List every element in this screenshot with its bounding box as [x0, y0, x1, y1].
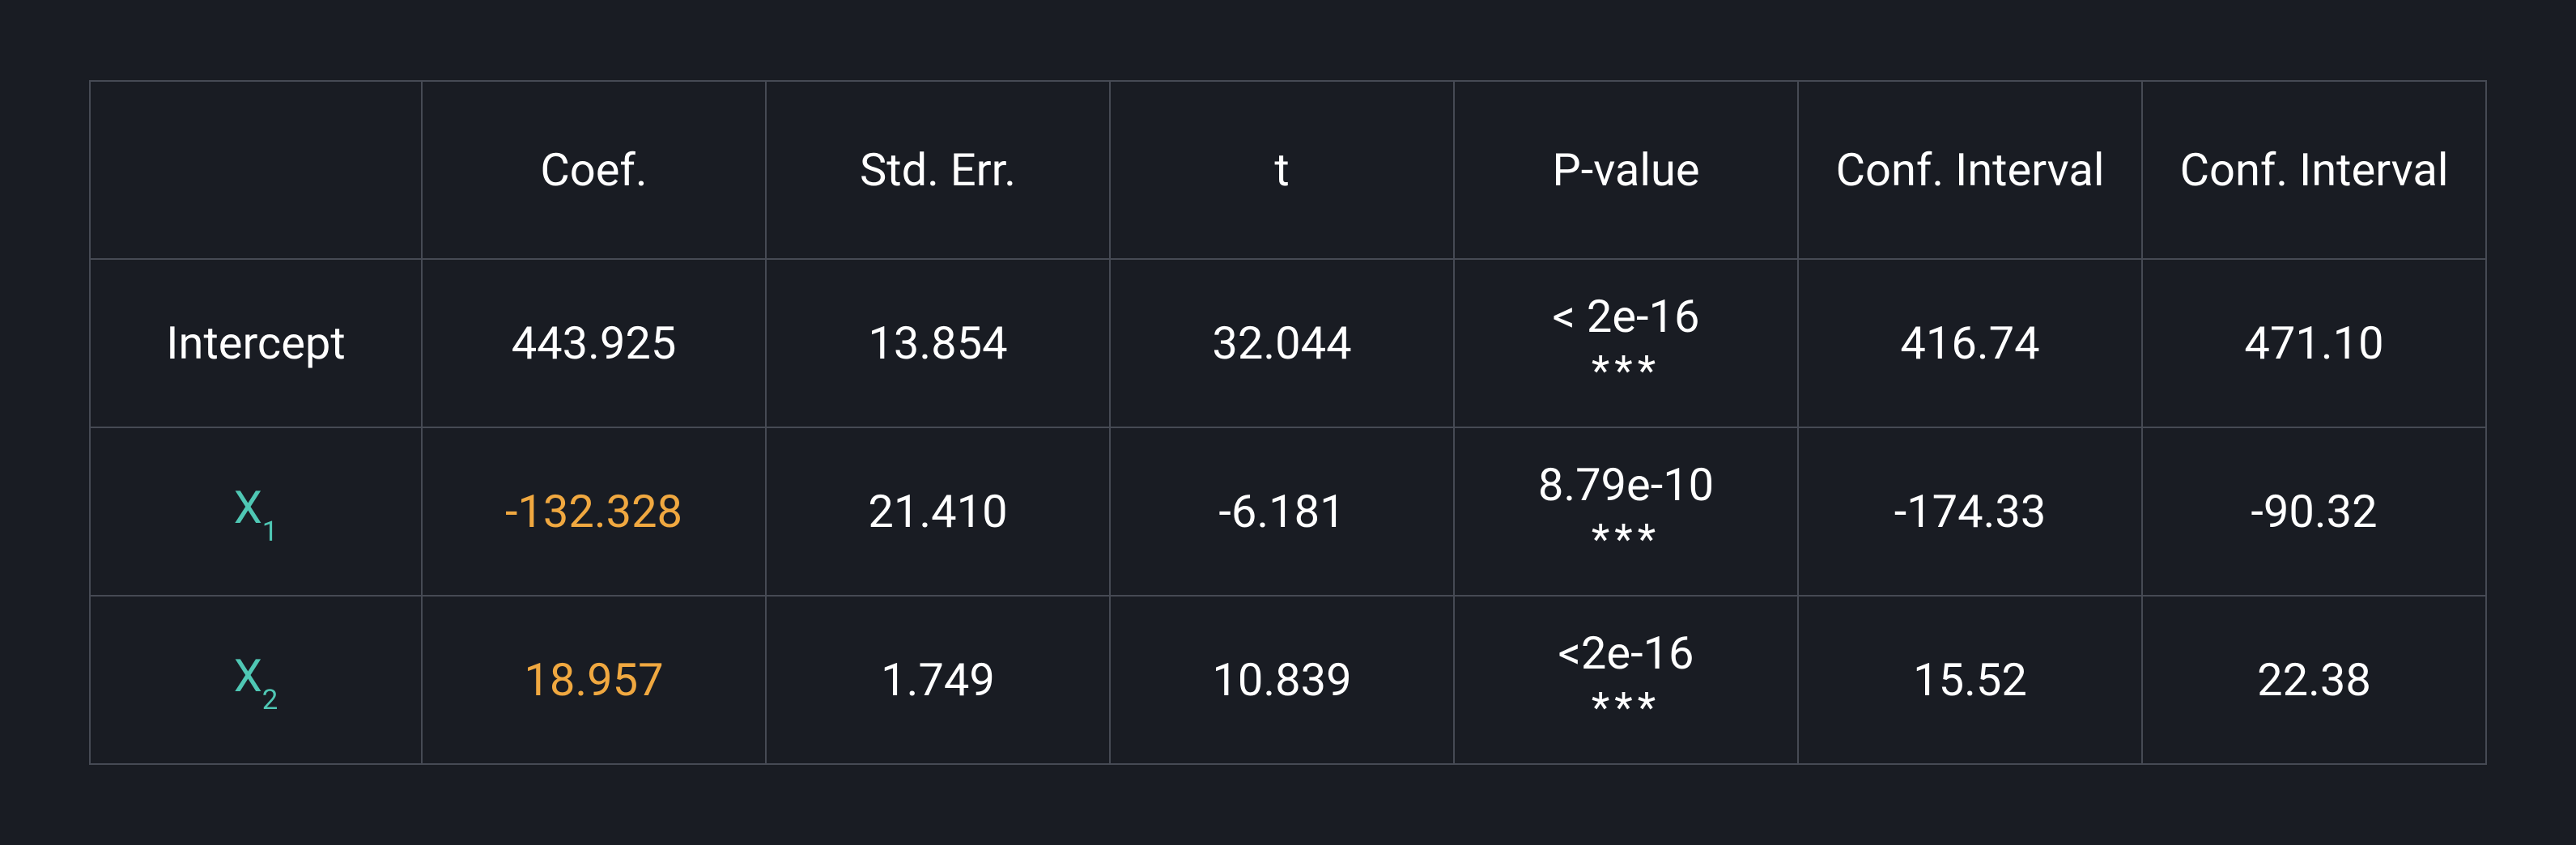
table-row: Intercept 443.925 13.854 32.044 < 2e-16 … — [90, 259, 2486, 427]
cell-x2-p: <2e-16 *** — [1454, 596, 1798, 764]
pvalue-stars: *** — [1471, 347, 1781, 396]
pvalue-stars: *** — [1471, 684, 1781, 732]
cell-x1-t: -6.181 — [1110, 427, 1454, 596]
rowhead-x2-sub: 2 — [262, 684, 278, 716]
table-row: X2 18.957 1.749 10.839 <2e-16 *** 15.52 … — [90, 596, 2486, 764]
header-ci-high: Conf. Interval — [2142, 81, 2486, 259]
header-ci-low: Conf. Interval — [1798, 81, 2142, 259]
rowhead-x1-base: X — [234, 481, 262, 534]
cell-x1-ci-high: -90.32 — [2142, 427, 2486, 596]
table-row: X1 -132.328 21.410 -6.181 8.79e-10 *** -… — [90, 427, 2486, 596]
header-rowhead — [90, 81, 422, 259]
header-coef: Coef. — [422, 81, 766, 259]
header-p-value: P-value — [1454, 81, 1798, 259]
cell-x1-ci-low: -174.33 — [1798, 427, 2142, 596]
rowhead-x2: X2 — [90, 596, 422, 764]
cell-intercept-ci-high: 471.10 — [2142, 259, 2486, 427]
cell-x2-t: 10.839 — [1110, 596, 1454, 764]
cell-x2-coef: 18.957 — [422, 596, 766, 764]
rowhead-x1: X1 — [90, 427, 422, 596]
cell-intercept-p: < 2e-16 *** — [1454, 259, 1798, 427]
pvalue-text: <2e-16 — [1471, 627, 1781, 679]
header-t: t — [1110, 81, 1454, 259]
cell-x1-coef: -132.328 — [422, 427, 766, 596]
pvalue-stars: *** — [1471, 516, 1781, 564]
cell-intercept-coef: 443.925 — [422, 259, 766, 427]
cell-x2-ci-high: 22.38 — [2142, 596, 2486, 764]
cell-intercept-ci-low: 416.74 — [1798, 259, 2142, 427]
pvalue-text: < 2e-16 — [1471, 291, 1781, 342]
regression-table: Coef. Std. Err. t P-value Conf. Interval… — [89, 80, 2487, 765]
rowhead-intercept: Intercept — [90, 259, 422, 427]
cell-intercept-t: 32.044 — [1110, 259, 1454, 427]
header-std-err: Std. Err. — [766, 81, 1110, 259]
cell-intercept-se: 13.854 — [766, 259, 1110, 427]
cell-x2-se: 1.749 — [766, 596, 1110, 764]
rowhead-x2-base: X — [234, 649, 262, 703]
table-header-row: Coef. Std. Err. t P-value Conf. Interval… — [90, 81, 2486, 259]
pvalue-text: 8.79e-10 — [1471, 459, 1781, 511]
rowhead-x1-sub: 1 — [262, 516, 278, 548]
cell-x1-p: 8.79e-10 *** — [1454, 427, 1798, 596]
cell-x1-se: 21.410 — [766, 427, 1110, 596]
cell-x2-ci-low: 15.52 — [1798, 596, 2142, 764]
